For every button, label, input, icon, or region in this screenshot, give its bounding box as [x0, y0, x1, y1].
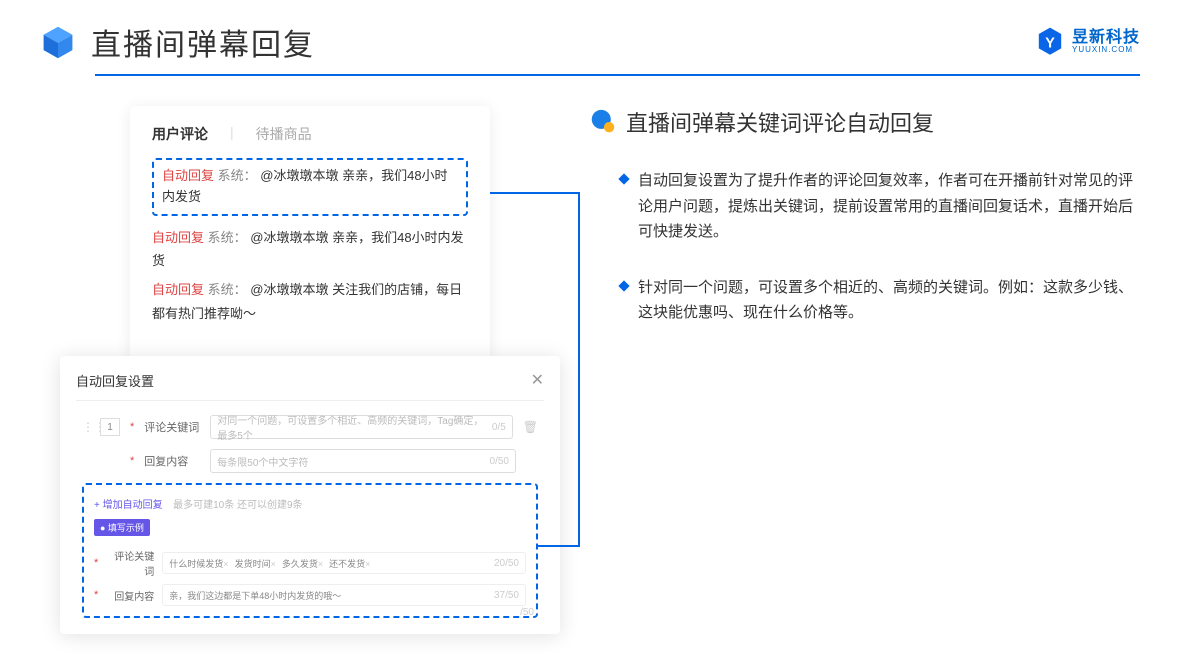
explanation-column: 直播间弹幕关键词评论自动回复 自动回复设置为了提升作者的评论回复效率，作者可在开… [590, 106, 1140, 634]
brand-url: YUUXIN.COM [1072, 46, 1140, 55]
example-reply-label: 回复内容 [106, 588, 154, 603]
chat-bubble-icon [590, 109, 616, 135]
modal-header: 自动回复设置 ✕ [76, 370, 544, 401]
slide-body: 用户评论 | 待播商品 自动回复 系统： @冰墩墩本墩 亲亲，我们48小时内发货… [0, 76, 1180, 654]
connector-line [538, 545, 580, 547]
char-counter: 0/5 [492, 422, 506, 433]
trailing-counter: /50 [520, 607, 534, 618]
example-keyword-input[interactable]: 什么时候发货× 发货时间× 多久发货× 还不发货× 20/50 [162, 552, 526, 574]
screenshot-column: 用户评论 | 待播商品 自动回复 系统： @冰墩墩本墩 亲亲，我们48小时内发货… [60, 106, 560, 634]
highlighted-reply: 自动回复 系统： @冰墩墩本墩 亲亲，我们48小时内发货 [152, 158, 468, 216]
char-counter: 20/50 [494, 558, 519, 569]
auto-reply-tag: 自动回复 [152, 282, 204, 297]
comment-item: 自动回复 系统： @冰墩墩本墩 关注我们的店铺，每日都有热门推荐呦～ [152, 278, 468, 325]
auto-reply-modal: 自动回复设置 ✕ ⋮⋮ 1 * 评论关键词 对同一个问题，可设置多个相近、高频的… [60, 356, 560, 634]
brand-text: 昱新科技 YUUXIN.COM [1072, 29, 1140, 55]
example-reply-value: 亲，我们这边都是下单48小时内发货的哦～ [169, 589, 341, 602]
auto-reply-tag: 自动回复 [152, 230, 204, 245]
page-title: 直播间弹幕回复 [91, 20, 315, 64]
section-heading: 直播间弹幕关键词评论自动回复 [590, 106, 1140, 138]
placeholder: 对同一个问题，可设置多个相近、高频的关键词，Tag确定，最多5个 [217, 412, 492, 442]
comment-tabs: 用户评论 | 待播商品 [152, 124, 468, 144]
required-icon: * [94, 557, 98, 569]
system-label: 系统： [208, 230, 247, 245]
tag: 什么时候发货× [169, 557, 228, 570]
rule-number: 1 [100, 418, 120, 436]
required-icon: * [130, 421, 134, 433]
bullet-text: 针对同一个问题，可设置多个相近的、高频的关键词。例如：这款多少钱、这块能优惠吗、… [638, 275, 1140, 326]
brand-logo-icon: Y [1034, 26, 1066, 58]
add-hint: 最多可建10条 还可以创建9条 [173, 500, 302, 511]
drag-handle-icon[interactable]: ⋮⋮ [82, 420, 90, 434]
char-counter: 37/50 [494, 590, 519, 601]
tag: 发货时间× [235, 557, 276, 570]
reply-row: * 回复内容 每条限50个中文字符 0/50 [82, 449, 538, 473]
svg-text:Y: Y [1045, 36, 1055, 52]
required-icon: * [130, 455, 134, 467]
example-reply-input[interactable]: 亲，我们这边都是下单48小时内发货的哦～ 37/50 [162, 584, 526, 606]
char-counter: 0/50 [490, 456, 509, 467]
close-icon[interactable]: ✕ [531, 370, 544, 390]
placeholder: 每条限50个中文字符 [217, 454, 308, 469]
connector-line [578, 192, 580, 547]
diamond-bullet-icon [618, 280, 629, 291]
example-reply-row: * 回复内容 亲，我们这边都是下单48小时内发货的哦～ 37/50 [94, 584, 526, 606]
add-reply-link[interactable]: + 增加自动回复 [94, 500, 163, 511]
delete-icon[interactable]: 🗑 [523, 420, 538, 434]
keyword-input[interactable]: 对同一个问题，可设置多个相近、高频的关键词，Tag确定，最多5个 0/5 [210, 415, 512, 439]
keyword-row: ⋮⋮ 1 * 评论关键词 对同一个问题，可设置多个相近、高频的关键词，Tag确定… [82, 415, 538, 439]
brand-name: 昱新科技 [1072, 29, 1140, 47]
tab-pending-products[interactable]: 待播商品 [256, 124, 312, 144]
example-keyword-label: 评论关键词 [106, 548, 154, 578]
system-label: 系统： [208, 282, 247, 297]
diamond-bullet-icon [618, 173, 629, 184]
slide-header: 直播间弹幕回复 Y 昱新科技 YUUXIN.COM [0, 0, 1180, 74]
header-left: 直播间弹幕回复 [40, 20, 315, 64]
required-icon: * [94, 589, 98, 601]
example-badge: ● 填写示例 [94, 519, 150, 536]
connector-line [490, 192, 580, 194]
bullet-text: 自动回复设置为了提升作者的评论回复效率，作者可在开播前针对常见的评论用户问题，提… [638, 168, 1140, 245]
comment-item: 自动回复 系统： @冰墩墩本墩 亲亲，我们48小时内发货 [152, 226, 468, 273]
tab-user-comments[interactable]: 用户评论 [152, 124, 208, 144]
comment-panel: 用户评论 | 待播商品 自动回复 系统： @冰墩墩本墩 亲亲，我们48小时内发货… [130, 106, 490, 361]
bullet-point: 针对同一个问题，可设置多个相近的、高频的关键词。例如：这款多少钱、这块能优惠吗、… [590, 275, 1140, 326]
section-title: 直播间弹幕关键词评论自动回复 [626, 106, 934, 138]
reply-label: 回复内容 [144, 453, 200, 469]
example-keyword-row: * 评论关键词 什么时候发货× 发货时间× 多久发货× 还不发货× 20/50 [94, 548, 526, 578]
tag: 多久发货× [282, 557, 323, 570]
keyword-label: 评论关键词 [144, 419, 200, 435]
tag: 还不发货× [329, 557, 370, 570]
system-label: 系统： [218, 168, 257, 183]
modal-title: 自动回复设置 [76, 371, 154, 390]
example-section: + 增加自动回复 最多可建10条 还可以创建9条 ● 填写示例 * 评论关键词 … [82, 483, 538, 618]
auto-reply-tag: 自动回复 [162, 168, 214, 183]
reply-input[interactable]: 每条限50个中文字符 0/50 [210, 449, 516, 473]
brand: Y 昱新科技 YUUXIN.COM [1034, 26, 1140, 58]
bullet-point: 自动回复设置为了提升作者的评论回复效率，作者可在开播前针对常见的评论用户问题，提… [590, 168, 1140, 245]
tab-separator: | [230, 124, 234, 144]
modal-body: ⋮⋮ 1 * 评论关键词 对同一个问题，可设置多个相近、高频的关键词，Tag确定… [76, 401, 544, 618]
cube-icon [40, 24, 76, 60]
